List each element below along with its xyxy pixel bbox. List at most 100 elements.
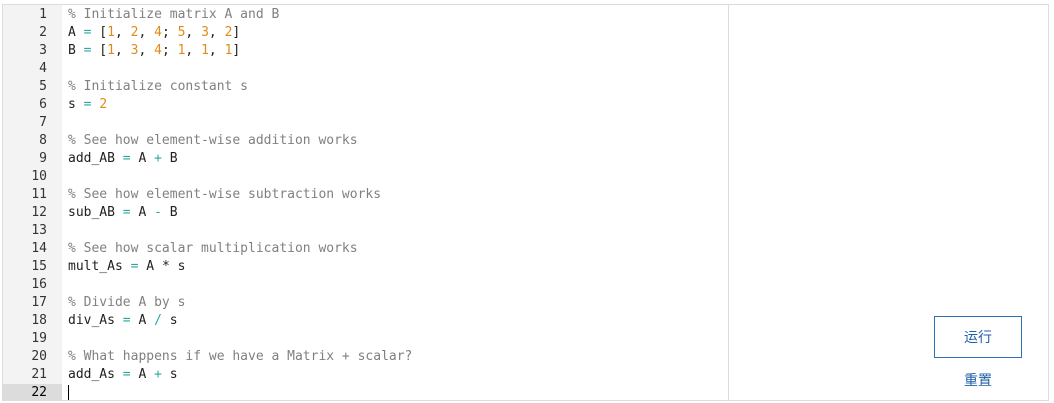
code-token: =: [122, 205, 131, 220]
code-line[interactable]: 20 % What happens if we have a Matrix + s…: [3, 348, 728, 366]
line-number: 11: [31, 187, 47, 202]
code-line[interactable]: 19: [3, 330, 728, 348]
code-line[interactable]: 13: [3, 222, 728, 240]
code-line-text: % See how scalar multiplication works: [68, 240, 358, 258]
code-token: ,: [185, 25, 202, 40]
code-line[interactable]: 2 A = [1, 2, 4; 5, 3, 2]: [3, 24, 728, 42]
code-token: 4: [154, 25, 162, 40]
line-number: 6: [39, 97, 47, 112]
code-line[interactable]: 12 sub_AB = A - B: [3, 204, 728, 222]
line-number: 10: [31, 169, 47, 184]
code-token: +: [154, 367, 162, 382]
line-number: 1: [39, 7, 47, 22]
line-number: 14: [31, 241, 47, 256]
code-token: sub_AB: [68, 205, 123, 220]
line-number: 2: [39, 25, 47, 40]
code-token: % Divide A by s: [68, 295, 186, 310]
code-token: s: [169, 259, 186, 274]
code-line-text: % See how element-wise addition works: [68, 132, 358, 150]
code-line[interactable]: 1 % Initialize matrix A and B: [3, 6, 728, 24]
code-token: [: [91, 43, 108, 58]
code-token: ,: [138, 25, 155, 40]
code-line[interactable]: 8 % See how element-wise addition works: [3, 132, 728, 150]
code-line-text: % See how element-wise subtraction works: [68, 186, 381, 204]
code-token: 1: [201, 43, 209, 58]
code-line[interactable]: 7: [3, 114, 728, 132]
code-line[interactable]: 11 % See how element-wise subtraction wor…: [3, 186, 728, 204]
code-line[interactable]: 6 s = 2: [3, 96, 728, 114]
code-token: A: [130, 313, 155, 328]
code-line[interactable]: 3 B = [1, 3, 4; 1, 1, 1]: [3, 42, 728, 60]
code-token: add_AB: [68, 151, 123, 166]
line-number: 8: [39, 133, 47, 148]
code-token: A: [138, 259, 162, 274]
code-token: B: [161, 205, 178, 220]
code-line[interactable]: 22: [3, 384, 728, 400]
line-number: 22: [31, 385, 47, 400]
code-token: B: [68, 43, 84, 58]
code-line-text: mult_As = A * s: [68, 258, 185, 276]
code-editor-widget: 1 % Initialize matrix A and B 2 A = [1, 2, …: [2, 4, 1049, 401]
line-number: 21: [31, 367, 47, 382]
line-number: 7: [39, 115, 47, 130]
code-token: s: [161, 313, 178, 328]
code-line-text: % Divide A by s: [68, 294, 185, 312]
code-line[interactable]: 16: [3, 276, 728, 294]
code-line-text: add_AB = A + B: [68, 150, 178, 168]
code-line-text: s = 2: [68, 96, 107, 114]
code-token: ,: [138, 43, 155, 58]
code-line[interactable]: 9 add_AB = A + B: [3, 150, 728, 168]
code-token: s: [68, 97, 84, 112]
code-token: ]: [232, 25, 241, 40]
code-line[interactable]: 15 mult_As = A * s: [3, 258, 728, 276]
code-token: ,: [185, 43, 202, 58]
code-token: +: [154, 151, 162, 166]
code-token: mult_As: [68, 259, 131, 274]
code-token: =: [122, 151, 131, 166]
line-number: 15: [31, 259, 47, 274]
code-token: ]: [232, 43, 241, 58]
code-line-text: % What happens if we have a Matrix + sca…: [68, 348, 412, 366]
text-cursor: [68, 385, 69, 400]
code-token: s: [161, 367, 178, 382]
code-line-text: % Initialize matrix A and B: [68, 6, 279, 24]
code-line[interactable]: 17 % Divide A by s: [3, 294, 728, 312]
code-token: ,: [208, 25, 225, 40]
line-number: 3: [39, 43, 47, 58]
line-number: 9: [39, 151, 47, 166]
code-token: 1: [107, 43, 115, 58]
code-line[interactable]: 14 % See how scalar multiplication works: [3, 240, 728, 258]
code-line[interactable]: 21 add_As = A + s: [3, 366, 728, 384]
line-number: 4: [39, 61, 47, 76]
code-token: 4: [154, 43, 162, 58]
code-token: % See how element-wise addition works: [68, 133, 358, 148]
code-token: ,: [114, 43, 131, 58]
code-token: ,: [114, 25, 131, 40]
code-token: ;: [161, 25, 178, 40]
code-token: B: [161, 151, 178, 166]
code-token: add_As: [68, 367, 123, 382]
run-button[interactable]: 运行: [934, 316, 1022, 358]
code-line[interactable]: 10: [3, 168, 728, 186]
line-number: 16: [31, 277, 47, 292]
reset-link[interactable]: 重置: [934, 370, 1022, 390]
line-number: 18: [31, 313, 47, 328]
code-token: =: [122, 313, 131, 328]
code-token: /: [154, 313, 162, 328]
code-line[interactable]: 5 % Initialize constant s: [3, 78, 728, 96]
code-line-text: sub_AB = A - B: [68, 204, 178, 222]
code-line-text: add_As = A + s: [68, 366, 178, 384]
code-token: [: [91, 25, 108, 40]
code-token: A: [130, 151, 155, 166]
code-token: % See how scalar multiplication works: [68, 241, 358, 256]
code-line[interactable]: 18 div_As = A / s: [3, 312, 728, 330]
line-number: 12: [31, 205, 47, 220]
line-number: 5: [39, 79, 47, 94]
code-token: -: [154, 205, 162, 220]
code-token: ,: [208, 43, 225, 58]
code-editor[interactable]: 1 % Initialize matrix A and B 2 A = [1, 2, …: [3, 5, 729, 400]
code-line[interactable]: 4: [3, 60, 728, 78]
code-token: =: [122, 367, 131, 382]
code-token: 3: [201, 25, 209, 40]
line-number: 20: [31, 349, 47, 364]
